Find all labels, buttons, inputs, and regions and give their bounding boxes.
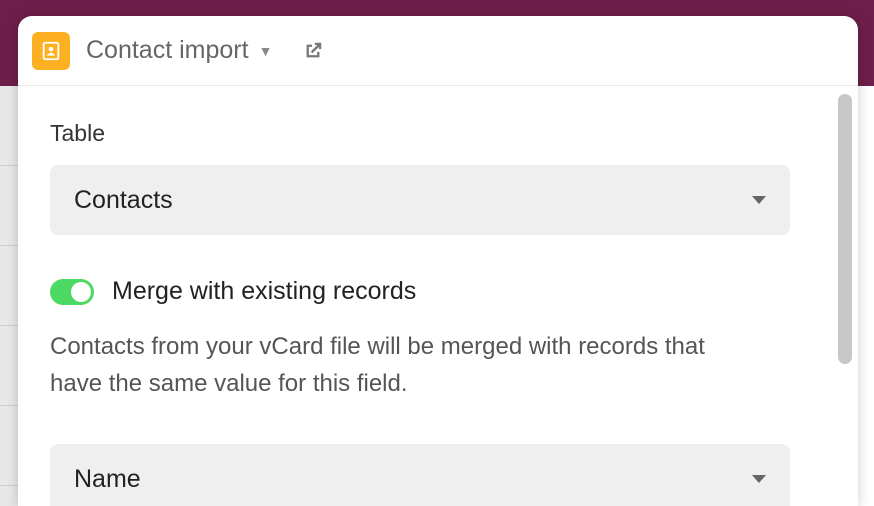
panel-header: Contact import ▼ <box>18 16 858 86</box>
right-gap <box>858 86 874 506</box>
panel-title: Contact import <box>86 36 249 65</box>
open-in-new-icon[interactable] <box>302 40 324 62</box>
scrollbar-thumb[interactable] <box>838 94 852 364</box>
contact-import-app-icon <box>32 32 70 70</box>
import-panel: Contact import ▼ Table Contacts Merge wi… <box>18 16 858 506</box>
merge-toggle-label: Merge with existing records <box>112 277 416 306</box>
merge-toggle[interactable] <box>50 279 94 305</box>
form-content: Table Contacts Merge with existing recor… <box>18 86 818 506</box>
merge-toggle-row: Merge with existing records <box>50 277 786 306</box>
panel-title-dropdown[interactable]: Contact import ▼ <box>86 36 272 65</box>
panel-body: Table Contacts Merge with existing recor… <box>18 86 858 506</box>
merge-field-value: Name <box>74 465 141 494</box>
chevron-down-icon <box>752 196 766 204</box>
merge-field-select[interactable]: Name <box>50 444 790 506</box>
table-select-value: Contacts <box>74 186 173 215</box>
merge-hint: Contacts from your vCard file will be me… <box>50 328 750 402</box>
chevron-down-icon: ▼ <box>259 43 273 59</box>
table-select[interactable]: Contacts <box>50 165 790 235</box>
chevron-down-icon <box>752 475 766 483</box>
background-strip <box>0 0 874 16</box>
table-label: Table <box>50 120 786 147</box>
scrollbar[interactable] <box>838 94 852 374</box>
